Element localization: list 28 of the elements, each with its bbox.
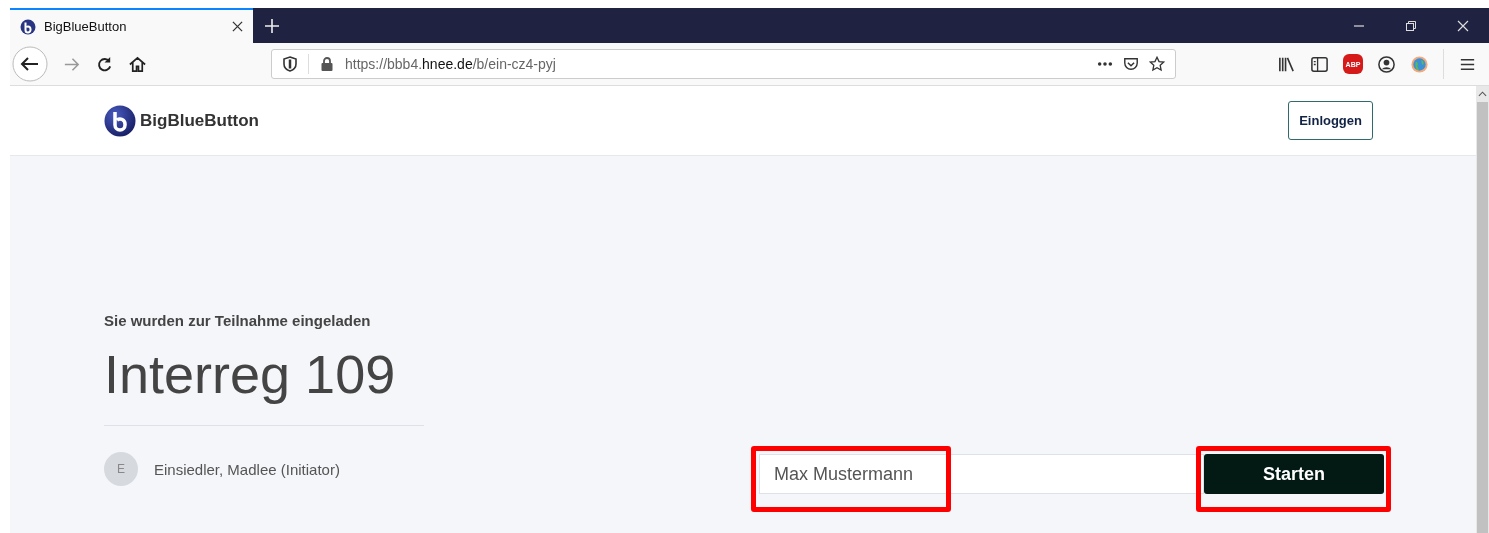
sidebar-icon[interactable] xyxy=(1310,54,1329,74)
close-icon[interactable] xyxy=(232,21,243,32)
logo-text: BigBlueButton xyxy=(140,110,259,131)
account-icon[interactable] xyxy=(1377,54,1396,74)
shield-icon xyxy=(282,56,298,72)
login-button[interactable]: Einloggen xyxy=(1288,101,1373,140)
star-icon[interactable] xyxy=(1149,56,1165,72)
plus-icon[interactable] xyxy=(265,18,279,33)
owner-name: Einsiedler, Madlee (Initiator) xyxy=(154,460,340,478)
bigbluebutton-logo-icon xyxy=(104,104,136,137)
bigbluebutton-logo-icon xyxy=(20,18,36,35)
browser-tab[interactable]: BigBlueButton xyxy=(10,8,253,43)
scrollbar[interactable] xyxy=(1476,86,1489,533)
start-button[interactable]: Starten xyxy=(1204,454,1384,494)
invite-text: Sie wurden zur Teilnahme eingeladen xyxy=(104,312,372,329)
address-bar[interactable]: https://bbb4.hnee.de/b/ein-cz4-pyj xyxy=(271,49,1176,79)
avatar: E xyxy=(104,452,138,486)
restore-icon[interactable] xyxy=(1405,19,1417,32)
name-field[interactable]: Max Mustermann xyxy=(759,454,1204,494)
home-icon[interactable] xyxy=(128,54,147,74)
scroll-up-icon[interactable] xyxy=(1478,91,1487,97)
pocket-icon[interactable] xyxy=(1123,56,1139,72)
tab-title: BigBlueButton xyxy=(44,19,128,34)
back-icon[interactable] xyxy=(12,46,48,82)
globe-icon[interactable] xyxy=(1410,54,1429,74)
lock-icon xyxy=(319,56,335,72)
url-text: https://bbb4.hnee.de/b/ein-cz4-pyj xyxy=(345,56,556,72)
room-title: Interreg 109 xyxy=(104,343,397,405)
